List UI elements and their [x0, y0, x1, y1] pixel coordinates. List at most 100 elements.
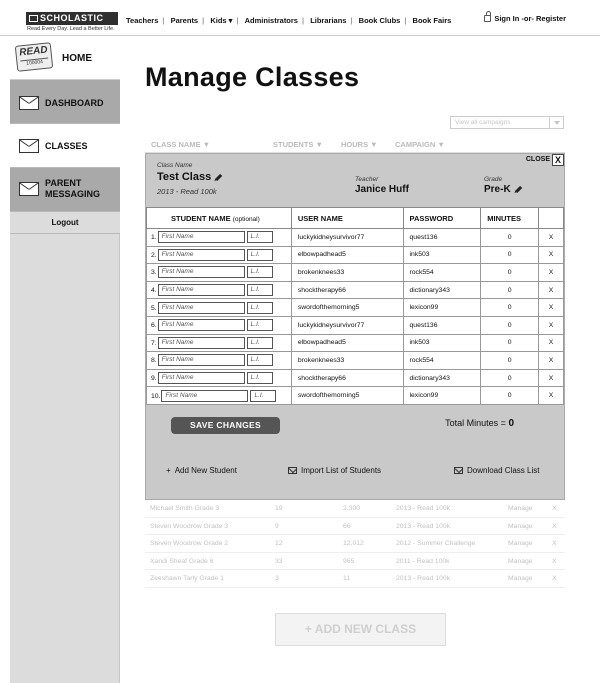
- logout-link[interactable]: Logout: [10, 212, 120, 234]
- column-students[interactable]: STUDENTS ▼: [273, 140, 323, 149]
- remove-student-button[interactable]: X: [538, 298, 564, 317]
- panel-actions: + Add New Student Import List of Student…: [146, 461, 564, 481]
- last-initial-input[interactable]: L.I.: [246, 354, 273, 367]
- last-initial-input[interactable]: L.I.: [246, 248, 273, 261]
- brand-tagline: Read Every Day. Lead a Better Life.: [27, 26, 115, 32]
- envelope-icon: [288, 467, 297, 474]
- pencil-icon[interactable]: [514, 185, 522, 193]
- book-icon: [29, 15, 38, 22]
- column-password: PASSWORD: [402, 207, 482, 229]
- first-name-input[interactable]: First Name: [157, 266, 245, 279]
- nav-book-fairs[interactable]: Book Fairs: [409, 16, 456, 25]
- nav-separator: |: [162, 16, 165, 25]
- remove-student-button[interactable]: X: [538, 228, 564, 247]
- last-initial-input[interactable]: L.I.: [246, 231, 273, 244]
- manage-class-link[interactable]: Manage: [508, 558, 533, 565]
- remove-student-button[interactable]: X: [538, 263, 564, 282]
- remove-student-button[interactable]: X: [538, 245, 564, 265]
- first-name-input[interactable]: First Name: [157, 248, 245, 261]
- password-cell: quest136: [402, 228, 482, 247]
- import-students-link[interactable]: Import List of Students: [288, 466, 381, 475]
- table-row: 10. First Name L.I. swordofthemorning5 lexic…: [146, 386, 564, 405]
- manage-class-link[interactable]: Manage: [508, 575, 533, 582]
- roster-header-row: STUDENT NAME (optional) USER NAME PASSWO…: [146, 207, 564, 229]
- sign-in-link[interactable]: Sign In -or- Register: [484, 11, 566, 23]
- column-hours[interactable]: HOURS ▼: [341, 140, 378, 149]
- nav-teachers[interactable]: Teachers: [122, 16, 162, 25]
- remove-class-button[interactable]: X: [552, 558, 557, 565]
- remove-student-button[interactable]: X: [538, 386, 564, 405]
- remove-class-button[interactable]: X: [552, 523, 557, 530]
- remove-student-button[interactable]: X: [538, 280, 564, 300]
- column-class-name[interactable]: CLASS NAME ▼: [151, 140, 210, 149]
- grade[interactable]: Pre-K: [484, 184, 522, 195]
- manage-class-link[interactable]: Manage: [508, 540, 533, 547]
- other-classes-list: Michael Smith Grade 3 19 2,300 2013 - Read …: [145, 500, 565, 588]
- row-number: 5.: [151, 304, 157, 312]
- nav-book-clubs[interactable]: Book Clubs: [355, 16, 405, 25]
- first-name-input[interactable]: First Name: [157, 284, 245, 297]
- nav-kids[interactable]: Kids ▾: [206, 16, 236, 25]
- first-name-input[interactable]: First Name: [157, 372, 245, 385]
- sidebar-item-parent-messaging[interactable]: PARENT MESSAGING: [10, 168, 120, 212]
- sidebar-item-label: CLASSES: [45, 141, 88, 151]
- class-name-cell: Steven Woodrow Grade 3: [150, 522, 229, 530]
- remove-student-button[interactable]: X: [538, 315, 564, 335]
- class-students-cell: 33: [275, 557, 283, 565]
- minutes-cell: 0: [480, 228, 540, 247]
- first-name-input[interactable]: First Name: [157, 336, 245, 349]
- minutes-cell: 0: [480, 351, 540, 370]
- first-name-input[interactable]: First Name: [157, 301, 245, 314]
- minutes-cell: 0: [480, 298, 540, 317]
- sidebar-item-classes[interactable]: CLASSES: [10, 124, 120, 168]
- student-roster-table: STUDENT NAME (optional) USER NAME PASSWO…: [146, 207, 564, 405]
- manage-class-link[interactable]: Manage: [508, 505, 533, 512]
- nav-separator: |: [236, 16, 239, 25]
- class-name[interactable]: Test Class: [157, 171, 223, 183]
- teacher-label: Teacher: [355, 176, 379, 183]
- save-changes-button[interactable]: SAVE CHANGES: [171, 417, 280, 434]
- remove-student-button[interactable]: X: [538, 368, 564, 388]
- last-initial-input[interactable]: L.I.: [246, 284, 273, 297]
- add-new-class-button[interactable]: + ADD NEW CLASS: [275, 613, 446, 646]
- remove-student-button[interactable]: X: [538, 333, 564, 353]
- first-name-input[interactable]: First Name: [157, 231, 245, 244]
- first-name-input[interactable]: First Name: [161, 389, 249, 402]
- last-initial-input[interactable]: L.I.: [250, 389, 277, 402]
- row-number: 2.: [151, 251, 157, 259]
- remove-class-button[interactable]: X: [552, 575, 557, 582]
- sidebar-item-label: MESSAGING: [45, 189, 101, 199]
- password-cell: lexicon99: [402, 386, 482, 405]
- password-cell: ink503: [402, 333, 482, 353]
- last-initial-input[interactable]: L.I.: [246, 336, 273, 349]
- download-class-list-link[interactable]: Download Class List: [454, 466, 539, 475]
- nav-administrators[interactable]: Administrators: [241, 16, 302, 25]
- manage-class-link[interactable]: Manage: [508, 523, 533, 530]
- last-initial-input[interactable]: L.I.: [246, 266, 273, 279]
- class-campaign-cell: 2011 - Read 100k: [396, 557, 450, 565]
- column-campaign[interactable]: CAMPAIGN ▼: [395, 140, 445, 149]
- nav-librarians[interactable]: Librarians: [306, 16, 350, 25]
- last-initial-input[interactable]: L.I.: [246, 319, 273, 332]
- user-name-cell: brokenknees33: [290, 351, 404, 370]
- first-name-input[interactable]: First Name: [157, 319, 245, 332]
- remove-class-button[interactable]: X: [552, 540, 557, 547]
- class-campaign-cell: 2013 - Read 100k: [396, 522, 451, 530]
- pencil-icon[interactable]: [215, 173, 223, 181]
- grade-value: Pre-K: [484, 184, 511, 195]
- sidebar-item-dashboard[interactable]: DASHBOARD: [10, 80, 120, 124]
- table-row: 6. First Name L.I. luckykidneysurvivor77 que…: [146, 315, 564, 335]
- nav-parents[interactable]: Parents: [167, 16, 203, 25]
- class-hours-cell: 12,012: [343, 540, 364, 548]
- add-new-student-link[interactable]: + Add New Student: [166, 466, 237, 475]
- campaign-filter-select[interactable]: View all campaigns: [450, 116, 564, 129]
- remove-class-button[interactable]: X: [552, 505, 557, 512]
- scholastic-logo[interactable]: SCHOLASTIC: [26, 12, 118, 25]
- sidebar-item-home[interactable]: READ 100004 HOME: [10, 36, 120, 80]
- last-initial-input[interactable]: L.I.: [246, 372, 273, 385]
- column-student-name-label: STUDENT NAME: [171, 213, 231, 223]
- remove-student-button[interactable]: X: [538, 351, 564, 370]
- first-name-input[interactable]: First Name: [157, 354, 245, 367]
- last-initial-input[interactable]: L.I.: [246, 301, 273, 314]
- close-button[interactable]: CLOSE X: [526, 154, 564, 166]
